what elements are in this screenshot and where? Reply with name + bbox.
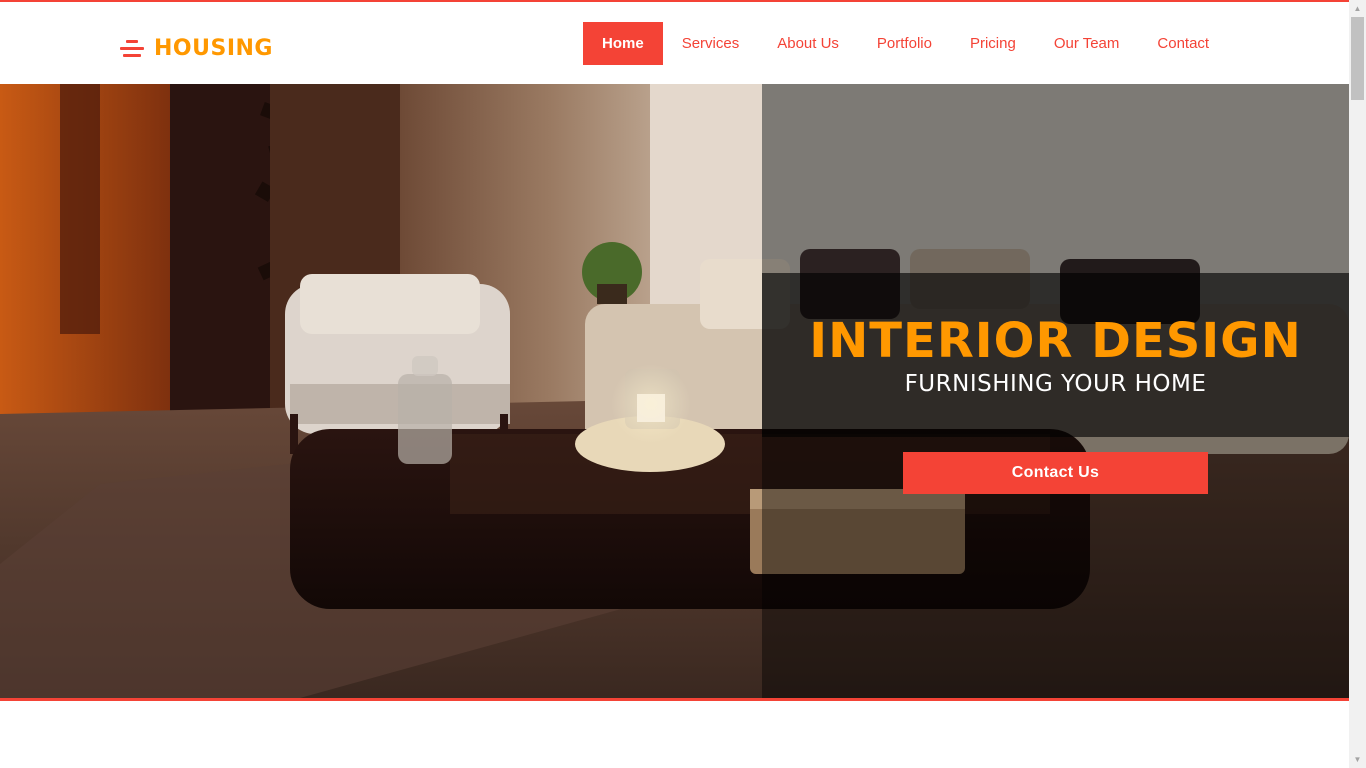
nav-item-contact[interactable]: Contact — [1138, 22, 1228, 65]
vertical-scrollbar[interactable]: ▲ ▼ — [1349, 0, 1366, 768]
main-nav: Home Services About Us Portfolio Pricing… — [583, 22, 1228, 65]
nav-item-portfolio[interactable]: Portfolio — [858, 22, 951, 65]
brand-name: HOUSING — [154, 35, 273, 61]
arrow-down-icon[interactable]: ▼ — [1349, 751, 1366, 768]
arrow-up-icon[interactable]: ▲ — [1349, 0, 1366, 17]
hero-bottom-strip — [0, 698, 1349, 701]
hero-section: INTERIOR DESIGN FURNISHING YOUR HOME Con… — [0, 84, 1349, 698]
hero-title: INTERIOR DESIGN — [809, 313, 1302, 369]
nav-item-pricing[interactable]: Pricing — [951, 22, 1035, 65]
nav-item-about-us[interactable]: About Us — [758, 22, 858, 65]
stacked-bars-logo-icon — [120, 38, 144, 58]
nav-item-home[interactable]: Home — [583, 22, 663, 65]
site-header: HOUSING Home Services About Us Portfolio… — [0, 2, 1349, 84]
page: HOUSING Home Services About Us Portfolio… — [0, 0, 1349, 768]
nav-item-our-team[interactable]: Our Team — [1035, 22, 1139, 65]
logo[interactable]: HOUSING — [120, 34, 273, 62]
hero-text-box: INTERIOR DESIGN FURNISHING YOUR HOME — [762, 273, 1349, 437]
nav-item-services[interactable]: Services — [663, 22, 759, 65]
hero-subtitle: FURNISHING YOUR HOME — [904, 371, 1207, 397]
scrollbar-thumb[interactable] — [1351, 17, 1364, 100]
contact-us-button[interactable]: Contact Us — [903, 452, 1208, 494]
